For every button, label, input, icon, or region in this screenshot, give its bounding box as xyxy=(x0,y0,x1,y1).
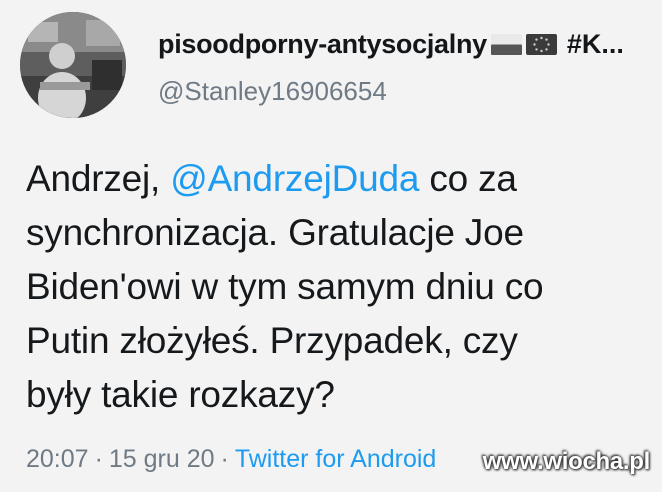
tweet-line: Putin złożyłeś. Przypadek, czy xyxy=(26,320,518,361)
tweet-card: pisoodporny-antysocjalny #K... @Stanley1… xyxy=(0,0,662,492)
tweet-line: były takie rozkazy? xyxy=(26,374,335,415)
tweet-line: synchronizacja. Gratulacje Joe xyxy=(26,212,524,253)
author-handle[interactable]: @Stanley16906654 xyxy=(158,76,387,107)
meta-separator: · xyxy=(220,445,229,473)
tweet-text-segment: co za xyxy=(419,158,517,199)
avatar-photo xyxy=(20,12,126,118)
tweet-text-segment: Andrzej, xyxy=(26,158,171,199)
author-display-name[interactable]: pisoodporny-antysocjalny xyxy=(158,29,487,60)
tweet-time[interactable]: 20:07 xyxy=(26,445,89,473)
tweet-source-link[interactable]: Twitter for Android xyxy=(235,445,436,473)
avatar[interactable] xyxy=(20,12,126,118)
tweet-text: Andrzej, @AndrzejDuda co za synchronizac… xyxy=(26,152,646,422)
author-name-row[interactable]: pisoodporny-antysocjalny #K... xyxy=(158,26,624,62)
site-watermark: www.wiocha.pl xyxy=(482,448,651,475)
tweet-meta: 20:07 · 15 gru 20 · Twitter for Android xyxy=(26,445,436,474)
mention-link[interactable]: @AndrzejDuda xyxy=(170,158,419,199)
author-name-truncated-tag: #K... xyxy=(566,28,624,59)
tweet-line: Andrzej, @AndrzejDuda co za xyxy=(26,152,646,206)
flag-pl-icon xyxy=(490,33,522,55)
tweet-date[interactable]: 15 gru 20 xyxy=(109,445,215,473)
tweet-line: Biden'owi w tym samym dniu co xyxy=(26,266,544,307)
meta-separator: · xyxy=(94,445,103,473)
flag-eu-icon xyxy=(525,33,557,55)
